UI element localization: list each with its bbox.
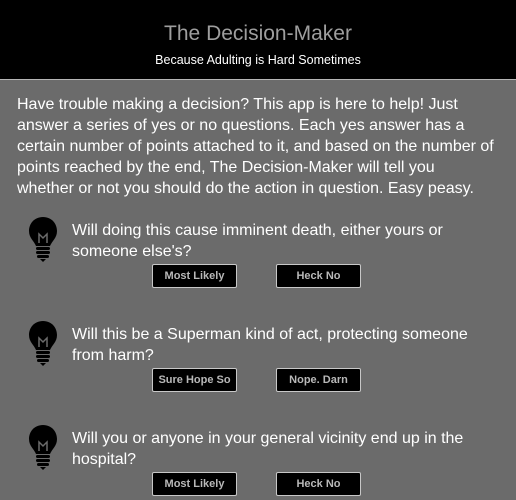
heck-no-button[interactable]: Heck No	[276, 472, 361, 496]
intro-text: Have trouble making a decision? This app…	[17, 96, 494, 197]
lightbulb-icon	[28, 424, 58, 470]
most-likely-button[interactable]: Most Likely	[152, 264, 237, 288]
question-text: Will this be a Superman kind of act, pro…	[72, 326, 468, 364]
heck-no-button[interactable]: Heck No	[276, 264, 361, 288]
lightbulb-icon	[28, 216, 58, 262]
app-header: The Decision-Maker Because Adulting is H…	[0, 0, 516, 80]
app-title: The Decision-Maker	[164, 22, 352, 45]
sure-hope-so-button[interactable]: Sure Hope So	[152, 368, 237, 392]
app-subtitle: Because Adulting is Hard Sometimes	[155, 53, 361, 67]
nope-darn-button[interactable]: Nope. Darn	[276, 368, 361, 392]
question-text: Will you or anyone in your general vicin…	[72, 430, 464, 468]
most-likely-button[interactable]: Most Likely	[152, 472, 237, 496]
question-1: Will doing this cause imminent death, ei…	[0, 216, 516, 296]
question-2: Will this be a Superman kind of act, pro…	[0, 320, 516, 400]
question-text: Will doing this cause imminent death, ei…	[72, 222, 443, 260]
lightbulb-icon	[28, 320, 58, 366]
question-3: Will you or anyone in your general vicin…	[0, 424, 516, 500]
